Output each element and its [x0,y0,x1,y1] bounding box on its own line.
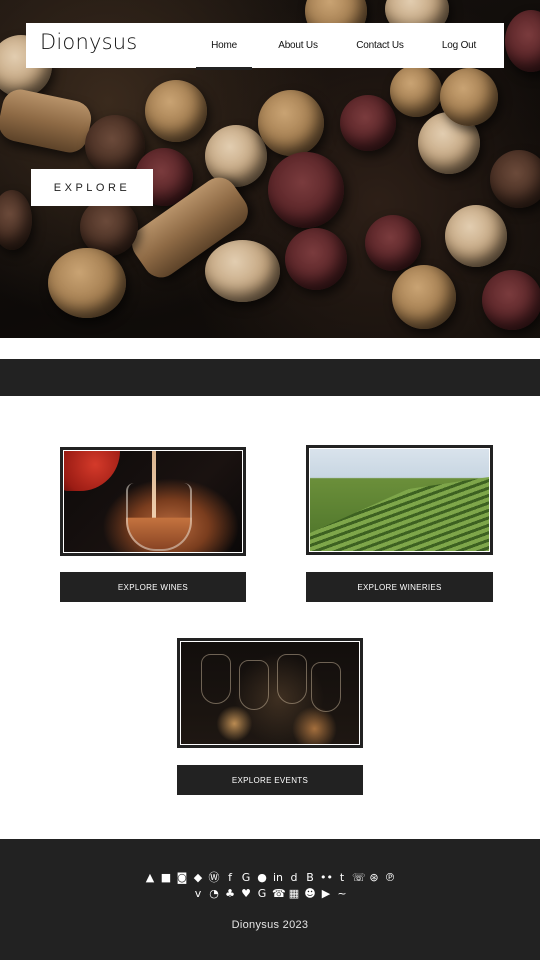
linkedin-icon[interactable]: in [272,872,284,884]
instagram-icon[interactable]: ◙ [176,872,188,884]
cork-image [48,248,126,318]
glass-silhouette [239,660,269,710]
skype-icon[interactable]: ☎ [272,888,286,900]
cork-image [482,270,540,330]
pinterest-icon[interactable]: ℗ [384,872,396,884]
cork-image [0,190,32,250]
messenger-icon[interactable]: ~ [336,888,348,900]
bottle-sleeve-image [64,451,120,491]
rss-icon[interactable]: ◔ [208,888,220,900]
digg-icon[interactable]: d [288,872,300,884]
events-image-frame[interactable] [177,638,363,748]
android-icon[interactable]: ▲ [144,872,156,884]
cork-image [505,10,540,72]
cork-image [440,68,498,126]
dropbox-icon[interactable]: ◆ [192,872,204,884]
nav-about-us[interactable]: About Us [270,23,326,68]
cork-image [0,86,95,156]
explore-events-button[interactable]: EXPLORE EVENTS [177,765,363,795]
vine-rows [310,477,489,551]
flickr-icon[interactable]: •• [320,872,333,884]
cork-image [258,90,324,156]
google-plus-icon[interactable]: G [240,872,252,884]
cork-image [268,152,344,228]
explore-wines-button[interactable]: EXPLORE WINES [60,572,246,602]
nav-home[interactable]: Home [196,23,252,70]
wine-glasses-image [181,642,359,744]
wineries-image-frame[interactable] [306,445,493,555]
glass-silhouette [277,654,307,704]
cork-image [365,215,421,271]
snapchat-icon[interactable]: ♣ [224,888,236,900]
cork-image [285,228,347,290]
behance-icon[interactable]: B [304,872,316,884]
top-navbar: Dionysus Home About Us Contact Us Log Ou… [26,23,504,70]
youtube-icon[interactable]: ▶ [320,888,332,900]
tumblr-icon[interactable]: t [336,872,348,884]
section-divider-band [0,359,540,396]
site-footer: ▲ ■ ◙ ◆ Ⓦ f G ● in d B •• t ☏ ⊛ ℗ v ◔ ♣ … [0,839,540,960]
glass-silhouette [201,654,231,704]
twitter-icon[interactable]: ♥ [240,888,252,900]
reddit-icon[interactable]: ☻ [304,888,316,900]
brand-logo[interactable]: Dionysus [40,30,137,54]
cork-image [390,65,442,117]
windows-icon[interactable]: ▦ [288,888,300,900]
social-icons-row-2: v ◔ ♣ ♥ G ☎ ▦ ☻ ▶ ~ [0,888,540,900]
vineyard-image [310,449,489,551]
explore-wineries-button[interactable]: EXPLORE WINERIES [306,572,493,602]
cork-image [205,240,280,302]
wordpress-icon[interactable]: Ⓦ [208,872,220,884]
wines-image-frame[interactable] [60,447,246,556]
cork-image [145,80,207,142]
cork-image [392,265,456,329]
wine-pour-image [64,451,242,552]
hero-banner: Dionysus Home About Us Contact Us Log Ou… [0,0,540,338]
nav-contact-us[interactable]: Contact Us [350,23,410,68]
apple-icon[interactable]: ● [256,872,268,884]
glass-silhouette [311,662,341,712]
vk-icon[interactable]: v [192,888,204,900]
blogger-icon[interactable]: ■ [160,872,172,884]
whatsapp-icon[interactable]: ☏ [352,872,366,884]
wine-glass-image [126,483,192,551]
cork-image [490,150,540,208]
nav-log-out[interactable]: Log Out [434,23,484,68]
explore-button[interactable]: EXPLORE [31,169,153,206]
cork-image [340,95,396,151]
social-icons-row-1: ▲ ■ ◙ ◆ Ⓦ f G ● in d B •• t ☏ ⊛ ℗ [0,872,540,884]
dribbble-icon[interactable]: ⊛ [368,872,380,884]
cork-image [445,205,507,267]
facebook-icon[interactable]: f [224,872,236,884]
google-icon[interactable]: G [256,888,268,900]
copyright-text: Dionysus 2023 [231,919,309,931]
